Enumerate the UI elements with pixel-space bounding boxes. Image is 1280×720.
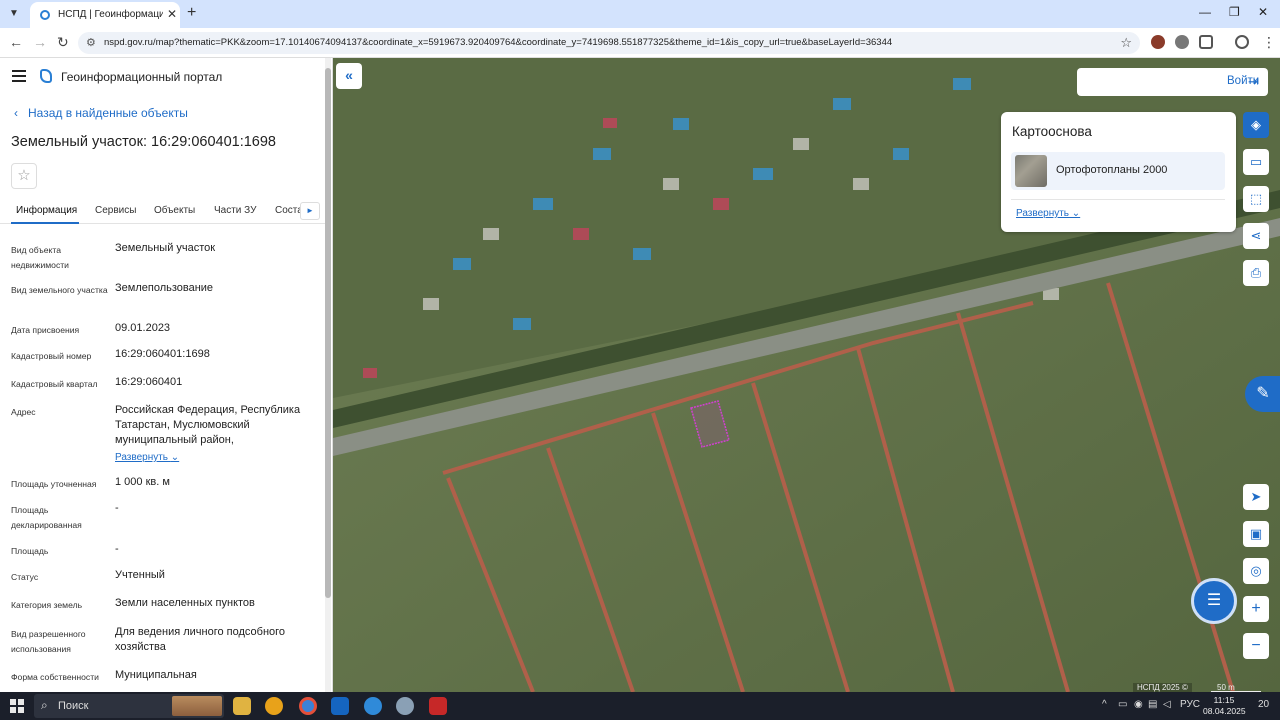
menu-icon[interactable] xyxy=(12,70,26,82)
select-area-icon[interactable]: ⬚ xyxy=(1243,186,1269,212)
taskbar-search[interactable]: ⌕ Поиск xyxy=(34,694,224,718)
map-view[interactable]: « Войти ⇥ Картооснова Ортофотопланы 2000… xyxy=(333,58,1280,692)
address-expand-link[interactable]: Развернуть ⌄ xyxy=(115,452,179,463)
extension-icon[interactable] xyxy=(1175,35,1189,49)
portal-name: Геоинформационный портал xyxy=(61,70,223,84)
edge-icon[interactable] xyxy=(364,697,382,715)
layers-icon[interactable]: ◈ xyxy=(1243,112,1269,138)
geolocation-icon[interactable]: ◎ xyxy=(1243,558,1269,584)
minimap-icon[interactable]: ▣ xyxy=(1243,521,1269,547)
assistant-icon[interactable]: ✎ xyxy=(1245,376,1280,412)
object-info-panel: Геоинформационный портал ‹ Назад в найден… xyxy=(0,58,333,692)
app-icon[interactable] xyxy=(396,697,414,715)
tab-search-chevron-icon[interactable]: ▼ xyxy=(4,4,24,24)
windows-start-icon[interactable] xyxy=(10,699,24,713)
volume-icon[interactable]: ◁ xyxy=(1163,699,1171,710)
tabs-scroll-right-icon[interactable]: ► xyxy=(300,202,320,220)
close-tab-icon[interactable]: ✕ xyxy=(167,7,177,21)
scrollbar-thumb[interactable] xyxy=(325,68,331,598)
active-tab-underline xyxy=(11,222,79,224)
restore-icon[interactable]: ❐ xyxy=(1229,5,1240,19)
profile-icon[interactable] xyxy=(1235,35,1249,49)
ruler-icon[interactable]: ▭ xyxy=(1243,149,1269,175)
forward-icon[interactable]: → xyxy=(33,34,47,50)
windows-taskbar: ⌕ Поиск ^ ▭ ◉ ▤ ◁ РУС 11:15 08.04.2025 2… xyxy=(0,692,1280,720)
outlook-icon[interactable] xyxy=(331,697,349,715)
search-icon: ⌕ xyxy=(41,698,48,712)
chat-icon[interactable]: ☰ xyxy=(1191,578,1237,624)
login-button[interactable]: Войти ⇥ xyxy=(1077,68,1268,96)
tray-app-icon[interactable]: ◉ xyxy=(1134,699,1143,710)
info-tabs: Информация Сервисы Объекты Части ЗУ Сост… xyxy=(0,198,325,224)
new-tab-icon[interactable]: + xyxy=(187,4,196,22)
favorite-star-icon[interactable]: ☆ xyxy=(11,163,37,189)
bookmark-star-icon[interactable]: ☆ xyxy=(1120,35,1132,51)
basemap-card: Картооснова Ортофотопланы 2000 Развернут… xyxy=(1001,112,1236,232)
locate-icon[interactable]: ➤ xyxy=(1243,484,1269,510)
tab-composition[interactable]: Соста xyxy=(275,205,303,216)
reload-icon[interactable]: ↻ xyxy=(57,34,69,51)
site-info-icon[interactable]: ⚙ xyxy=(86,36,96,49)
chrome-icon[interactable] xyxy=(299,697,317,715)
map-copyright: НСПД 2025 © xyxy=(1133,683,1192,692)
divider xyxy=(1011,199,1225,200)
language-indicator[interactable]: РУС xyxy=(1180,699,1200,710)
address-toolbar: ← → ↻ ⚙ nspd.gov.ru/map?thematic=PKK&zoo… xyxy=(0,28,1280,58)
login-icon: ⇥ xyxy=(1248,74,1259,89)
search-highlight-image xyxy=(172,696,222,716)
basemap-option[interactable]: Ортофотопланы 2000 xyxy=(1011,152,1225,190)
close-window-icon[interactable]: ✕ xyxy=(1258,5,1268,19)
tray-chevron-icon[interactable]: ^ xyxy=(1102,699,1107,710)
yandex-browser-icon[interactable] xyxy=(265,697,283,715)
collapse-panel-icon[interactable]: « xyxy=(336,63,362,89)
tab-information[interactable]: Информация xyxy=(16,205,77,216)
acrobat-icon[interactable] xyxy=(429,697,447,715)
site-favicon-icon xyxy=(40,10,50,20)
notifications-icon[interactable]: 20 xyxy=(1258,699,1269,710)
minimize-icon[interactable]: — xyxy=(1199,5,1211,19)
zoom-out-icon[interactable]: − xyxy=(1243,633,1269,659)
tab-objects[interactable]: Объекты xyxy=(154,205,195,216)
portal-logo-icon xyxy=(40,69,52,83)
scale-bar: 50 m xyxy=(1211,683,1261,692)
tab-parts[interactable]: Части ЗУ xyxy=(214,205,256,216)
back-icon[interactable]: ← xyxy=(9,34,23,50)
share-icon[interactable]: ⋖ xyxy=(1243,223,1269,249)
chevron-left-icon: ‹ xyxy=(14,106,18,120)
tab-services[interactable]: Сервисы xyxy=(95,205,136,216)
tab-title: НСПД | Геоинформационный xyxy=(58,9,163,20)
basemap-title: Картооснова xyxy=(1012,124,1092,139)
clock[interactable]: 11:15 08.04.2025 xyxy=(1203,695,1246,717)
extension-icon[interactable] xyxy=(1151,35,1165,49)
basemap-thumbnail xyxy=(1015,155,1047,187)
panel-scrollbar[interactable] xyxy=(325,58,331,692)
print-icon[interactable]: ⎙ xyxy=(1243,260,1269,286)
extensions-puzzle-icon[interactable] xyxy=(1199,35,1213,49)
network-icon[interactable]: ▤ xyxy=(1148,699,1157,710)
page-title: Земельный участок: 16:29:060401:1698 xyxy=(11,134,276,150)
url-text: nspd.gov.ru/map?thematic=PKK&zoom=17.101… xyxy=(104,37,893,48)
browser-tabbar: ▼ НСПД | Геоинформационный ✕ + — ❐ ✕ xyxy=(0,0,1280,28)
chevron-down-icon: ⌄ xyxy=(170,452,180,463)
url-field[interactable]: ⚙ nspd.gov.ru/map?thematic=PKK&zoom=17.1… xyxy=(78,32,1140,54)
basemap-expand-link[interactable]: Развернуть ⌄ xyxy=(1016,208,1080,219)
tray-app-icon[interactable]: ▭ xyxy=(1118,699,1127,710)
browser-tab-active[interactable]: НСПД | Геоинформационный ✕ xyxy=(30,2,180,28)
browser-menu-icon[interactable]: ⋮ xyxy=(1262,34,1276,51)
back-to-results-link[interactable]: ‹ Назад в найденные объекты xyxy=(14,106,188,120)
file-explorer-icon[interactable] xyxy=(233,697,251,715)
zoom-in-icon[interactable]: + xyxy=(1243,596,1269,622)
